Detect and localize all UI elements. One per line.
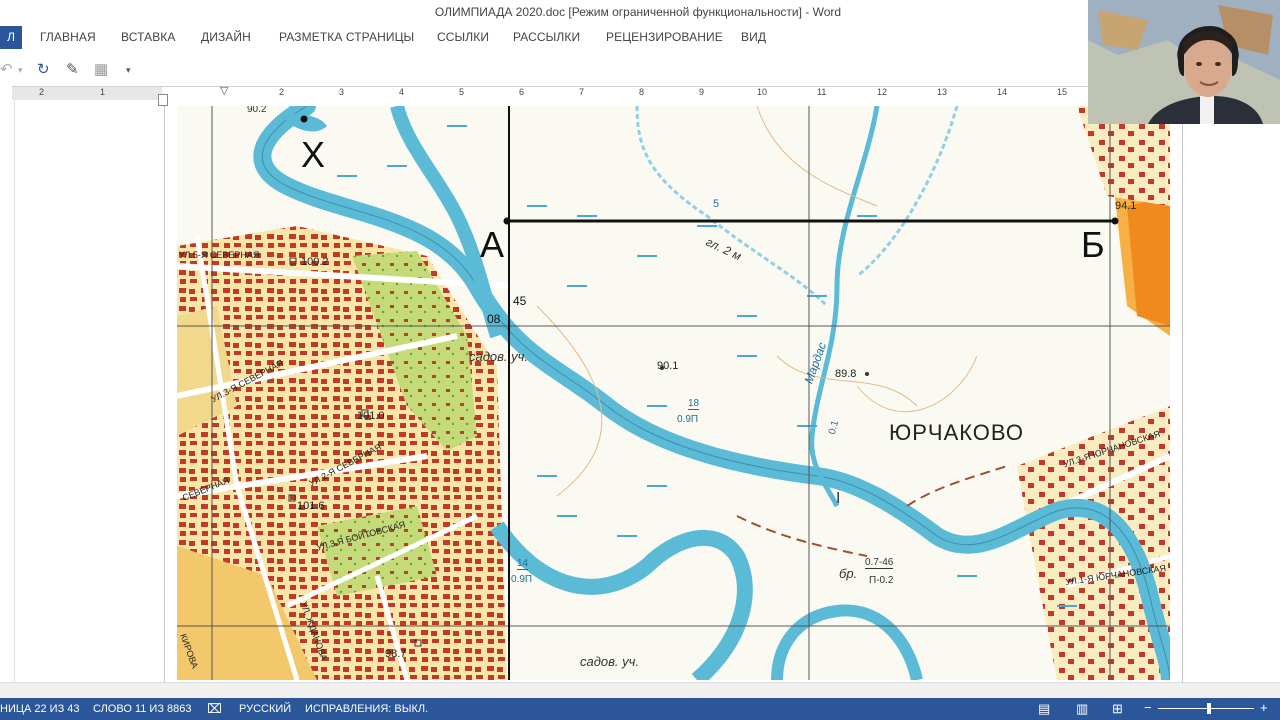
depth-number: 14	[517, 558, 529, 570]
ford-number: 0.7-46	[865, 557, 894, 569]
page-edge-right	[1182, 100, 1183, 684]
ruler-number: 6	[519, 87, 525, 97]
horizontal-ruler[interactable]: 2 1 ▽ 2 3 4 5 6 7 8 9 10 11 12 13 14 15	[12, 84, 1088, 101]
tab-view[interactable]: ВИД	[741, 30, 766, 44]
grid-number: 45	[513, 294, 527, 308]
read-mode-icon[interactable]: ▤	[1038, 701, 1050, 717]
elevation-label: 90.2	[247, 106, 267, 115]
customize-toolbar-icon[interactable]: ▾	[126, 65, 131, 76]
table-icon[interactable]: ▦	[94, 60, 108, 78]
elevation-label: 98.7	[385, 648, 407, 660]
window-title: ОЛИМПИАДА 2020.doc [Режим ограниченной ф…	[434, 5, 842, 19]
village-label: ЮРЧАКОВО	[889, 420, 1024, 445]
tab-file[interactable]: Л	[0, 26, 22, 49]
track-changes-status[interactable]: ИСПРАВЛЕНИЯ: ВЫКЛ.	[305, 703, 428, 715]
print-layout-icon[interactable]: ▥	[1076, 701, 1088, 717]
ruler-number: 10	[757, 87, 768, 97]
ruler-number: 11	[817, 87, 827, 97]
webcam-overlay	[1088, 0, 1280, 124]
status-bar: НИЦА 22 ИЗ 43 СЛОВО 11 ИЗ 8863 ⌧ РУССКИЙ…	[0, 698, 1280, 720]
tab-design[interactable]: ДИЗАЙН	[201, 30, 251, 44]
elevation-label: 89.8	[835, 368, 857, 380]
zoom-slider[interactable]	[1158, 708, 1254, 709]
elevation-label: 101.6	[297, 500, 325, 512]
page-edge-left	[164, 100, 165, 684]
zoom-out-icon[interactable]: −	[1144, 700, 1152, 715]
left-indent-marker[interactable]	[158, 94, 168, 106]
tab-review[interactable]: РЕЦЕНЗИРОВАНИЕ	[606, 30, 723, 44]
elevation-label: 90.1	[657, 360, 679, 372]
tab-home[interactable]: ГЛАВНАЯ	[40, 30, 96, 44]
ruler-number: 2	[39, 87, 45, 97]
tab-insert[interactable]: ВСТАВКА	[121, 30, 176, 44]
page-count[interactable]: НИЦА 22 ИЗ 43	[0, 703, 80, 715]
ruler-number: 15	[1057, 87, 1068, 97]
text-cursor-icon: Ι	[836, 490, 841, 507]
ruler-number: 4	[399, 87, 405, 97]
garden-label: садов. уч.	[469, 349, 528, 364]
zoom-in-icon[interactable]: +	[1260, 700, 1268, 715]
tab-references[interactable]: ССЫЛКИ	[437, 30, 489, 44]
tab-mailings[interactable]: РАССЫЛКИ	[513, 30, 580, 44]
word-count[interactable]: СЛОВО 11 ИЗ 8863	[93, 703, 192, 715]
language[interactable]: РУССКИЙ	[239, 703, 291, 715]
topographic-map-image[interactable]: Х А Б 94.1 90.2 100.2 101.0 101.6 98.7 9…	[177, 106, 1170, 680]
elevation-label: 94.1	[1115, 200, 1137, 212]
elevation-label: 101.0	[357, 410, 385, 422]
elevation-label: 100.2	[301, 256, 329, 268]
indent-marker-icon[interactable]: ▽	[220, 84, 228, 97]
ruler-number: 8	[639, 87, 645, 97]
proofing-icon[interactable]: ⌧	[207, 701, 222, 717]
ruler-number: 3	[339, 87, 345, 97]
ruler-number: 7	[579, 87, 585, 97]
undo-dropdown-icon[interactable]: ▾	[18, 65, 23, 76]
left-margin-line	[14, 100, 15, 684]
street-label: УЛ.5-Я СЕВЕРНАЯ	[179, 250, 260, 260]
ruler-number: 14	[997, 87, 1008, 97]
depth-value: 0.9П	[677, 414, 699, 425]
zoom-slider-thumb[interactable]	[1207, 703, 1211, 714]
undo-icon[interactable]: ↶	[0, 60, 13, 78]
horizontal-scrollbar[interactable]	[0, 682, 1280, 699]
redo-icon[interactable]: ↻	[37, 60, 50, 78]
garden-label: садов. уч.	[580, 654, 639, 669]
point-a-label: А	[480, 224, 505, 265]
ford-label: бр.	[839, 566, 858, 581]
depth-value: 0.9П	[511, 574, 533, 585]
ruler-number: 12	[877, 87, 888, 97]
ruler-number: 5	[459, 87, 465, 97]
ruler-number: 9	[699, 87, 705, 97]
point-x-label: Х	[301, 134, 326, 175]
ruler-number: 13	[937, 87, 948, 97]
point-b-label: Б	[1081, 224, 1105, 265]
presenter-video	[1088, 0, 1280, 124]
ruler-number: 2	[279, 87, 285, 97]
map-graphic	[177, 106, 1170, 680]
depth-number: 18	[688, 398, 700, 410]
stream-mark: 5	[713, 198, 720, 210]
tab-page-layout[interactable]: РАЗМЕТКА СТРАНИЦЫ	[279, 30, 414, 44]
ruler-number: 1	[100, 87, 106, 97]
web-layout-icon[interactable]: ⊞	[1112, 701, 1123, 717]
edit-document-icon[interactable]: ✎	[66, 60, 79, 78]
grid-number: 08	[487, 312, 501, 326]
ford-depth: П-0.2	[869, 575, 894, 586]
